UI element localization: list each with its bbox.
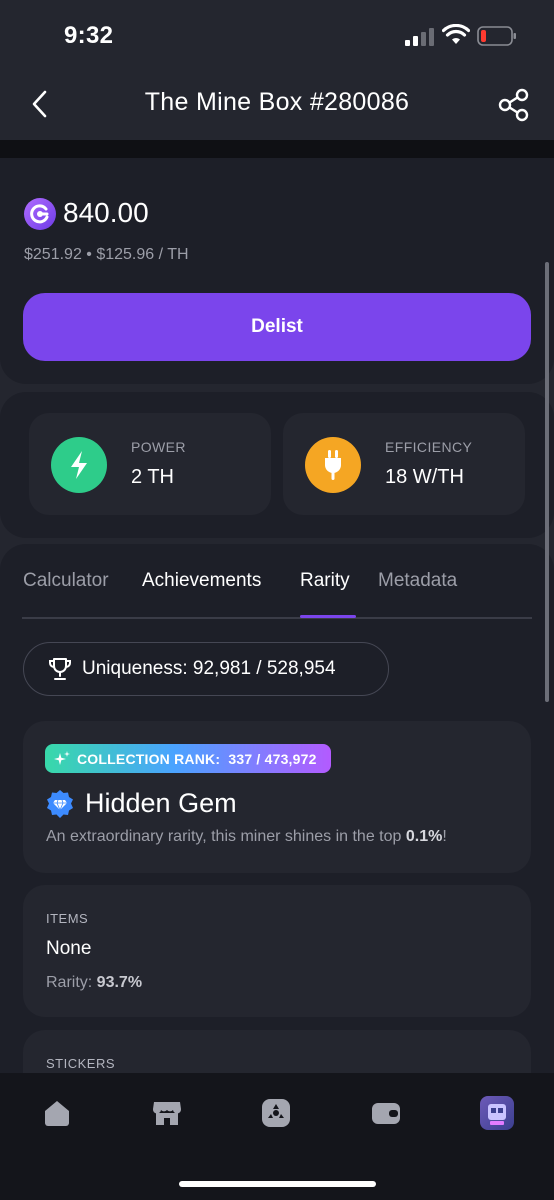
home-indicator — [179, 1181, 376, 1187]
home-icon[interactable] — [40, 1096, 74, 1130]
tabs-divider — [22, 617, 532, 619]
trophy-icon — [49, 658, 71, 680]
collection-rank-text: COLLECTION RANK: 337 / 473,972 — [77, 751, 317, 767]
store-icon[interactable] — [150, 1096, 184, 1130]
tab-achievements[interactable]: Achievements — [142, 570, 261, 592]
sparkle-icon — [54, 751, 70, 765]
share-icon[interactable] — [497, 88, 531, 122]
items-rarity-label: Rarity: — [46, 974, 97, 991]
tab-metadata[interactable]: Metadata — [378, 570, 457, 592]
price-subtitle: $251.92 • $125.96 / TH — [24, 246, 189, 263]
rank-description-end: ! — [442, 828, 447, 845]
gem-badge-icon — [47, 790, 73, 818]
tab-calculator[interactable]: Calculator — [23, 570, 109, 592]
tab-rarity[interactable]: Rarity — [300, 570, 350, 592]
rank-description-text: An extraordinary rarity, this miner shin… — [46, 828, 406, 845]
efficiency-value: 18 W/TH — [385, 466, 464, 488]
wifi-icon — [442, 24, 470, 44]
price-amount: 840.00 — [63, 197, 149, 228]
efficiency-label: EFFICIENCY — [385, 439, 473, 455]
status-time: 9:32 — [64, 22, 114, 49]
uniqueness-text: Uniqueness: 92,981 / 528,954 — [82, 658, 336, 679]
header-divider — [0, 140, 554, 158]
signal-icon — [405, 28, 434, 46]
items-value: None — [46, 938, 92, 959]
items-card — [23, 885, 531, 1017]
items-rarity: Rarity: 93.7% — [46, 974, 142, 992]
wallet-icon[interactable] — [369, 1096, 403, 1130]
plug-icon — [305, 437, 361, 493]
items-label: ITEMS — [46, 911, 89, 926]
profile-avatar[interactable] — [480, 1096, 514, 1130]
scrollbar[interactable] — [545, 262, 549, 702]
active-tab-indicator — [300, 615, 356, 618]
miners-icon[interactable] — [259, 1096, 293, 1130]
battery-icon — [477, 26, 516, 46]
collection-rank-label: COLLECTION RANK: — [77, 751, 221, 767]
stickers-label: STICKERS — [46, 1056, 116, 1071]
power-label: POWER — [131, 439, 186, 455]
rank-title: Hidden Gem — [85, 788, 237, 818]
power-value: 2 TH — [131, 466, 174, 488]
lightning-icon — [51, 437, 107, 493]
page-title: The Mine Box #280086 — [144, 88, 410, 116]
items-rarity-value: 93.7% — [96, 974, 143, 991]
rank-percentile: 0.1% — [405, 828, 443, 845]
rank-description: An extraordinary rarity, this miner shin… — [46, 828, 447, 846]
coin-icon — [24, 198, 56, 230]
delist-button[interactable]: Delist — [23, 293, 531, 361]
collection-rank-value: 337 / 473,972 — [228, 751, 317, 767]
